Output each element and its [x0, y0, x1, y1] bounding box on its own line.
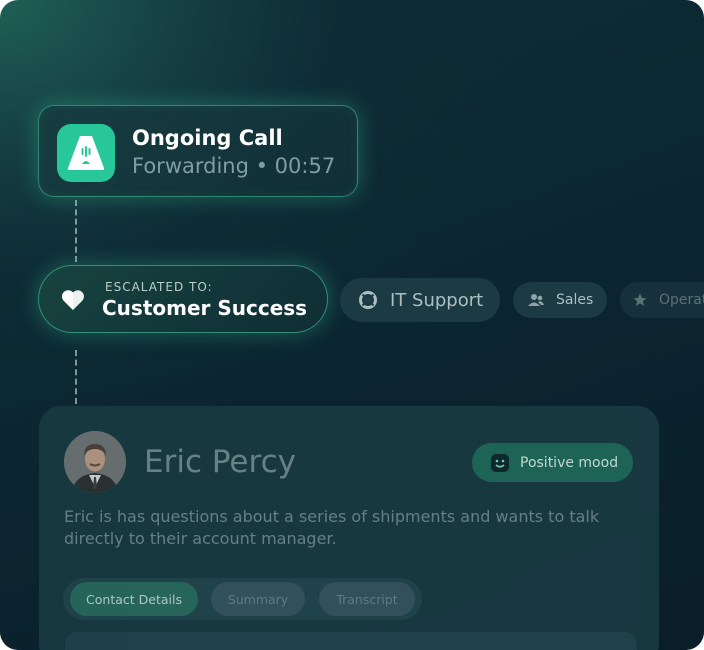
team-chip-sales[interactable]: Sales [513, 282, 607, 318]
contact-name: Eric Percy [144, 444, 296, 480]
heart-icon [62, 290, 84, 310]
team-chip-operations[interactable]: Operations [620, 282, 704, 318]
tab-transcript[interactable]: Transcript [319, 582, 415, 616]
star-icon [633, 293, 647, 307]
users-icon [528, 293, 544, 307]
avatar [64, 431, 126, 493]
team-chip-label: Sales [556, 292, 594, 308]
ongoing-call-card[interactable]: Ongoing Call Forwarding • 00:57 [38, 105, 358, 197]
team-chip-label: Operations [659, 292, 704, 308]
tab-contact-details[interactable]: Contact Details [70, 582, 198, 616]
lifebuoy-icon [358, 290, 378, 310]
contact-card: Eric Percy Positive mood Eric is has que… [39, 406, 659, 650]
team-chip-label: IT Support [390, 289, 484, 311]
contact-tabs: Contact Details Summary Transcript [63, 578, 422, 620]
contact-description: Eric is has questions about a series of … [64, 507, 600, 548]
call-title: Ongoing Call [132, 126, 283, 150]
app-frame: Ongoing Call Forwarding • 00:57 ESCALATE… [0, 0, 704, 650]
app-logo-icon [57, 124, 115, 182]
contact-details-panel [65, 632, 637, 650]
escalated-label: ESCALATED TO: [105, 280, 213, 294]
flow-connector-top [75, 200, 77, 262]
mood-label: Positive mood [520, 454, 619, 471]
smiley-icon [490, 453, 510, 473]
team-chip-it-support[interactable]: IT Support [340, 278, 500, 322]
flow-connector-bottom [75, 350, 77, 404]
escalated-team-name: Customer Success [102, 296, 308, 320]
escalated-team-pill[interactable]: ESCALATED TO: Customer Success [38, 265, 328, 333]
call-status: Forwarding • 00:57 [132, 154, 336, 178]
tab-summary[interactable]: Summary [211, 582, 305, 616]
mood-badge: Positive mood [472, 443, 633, 482]
